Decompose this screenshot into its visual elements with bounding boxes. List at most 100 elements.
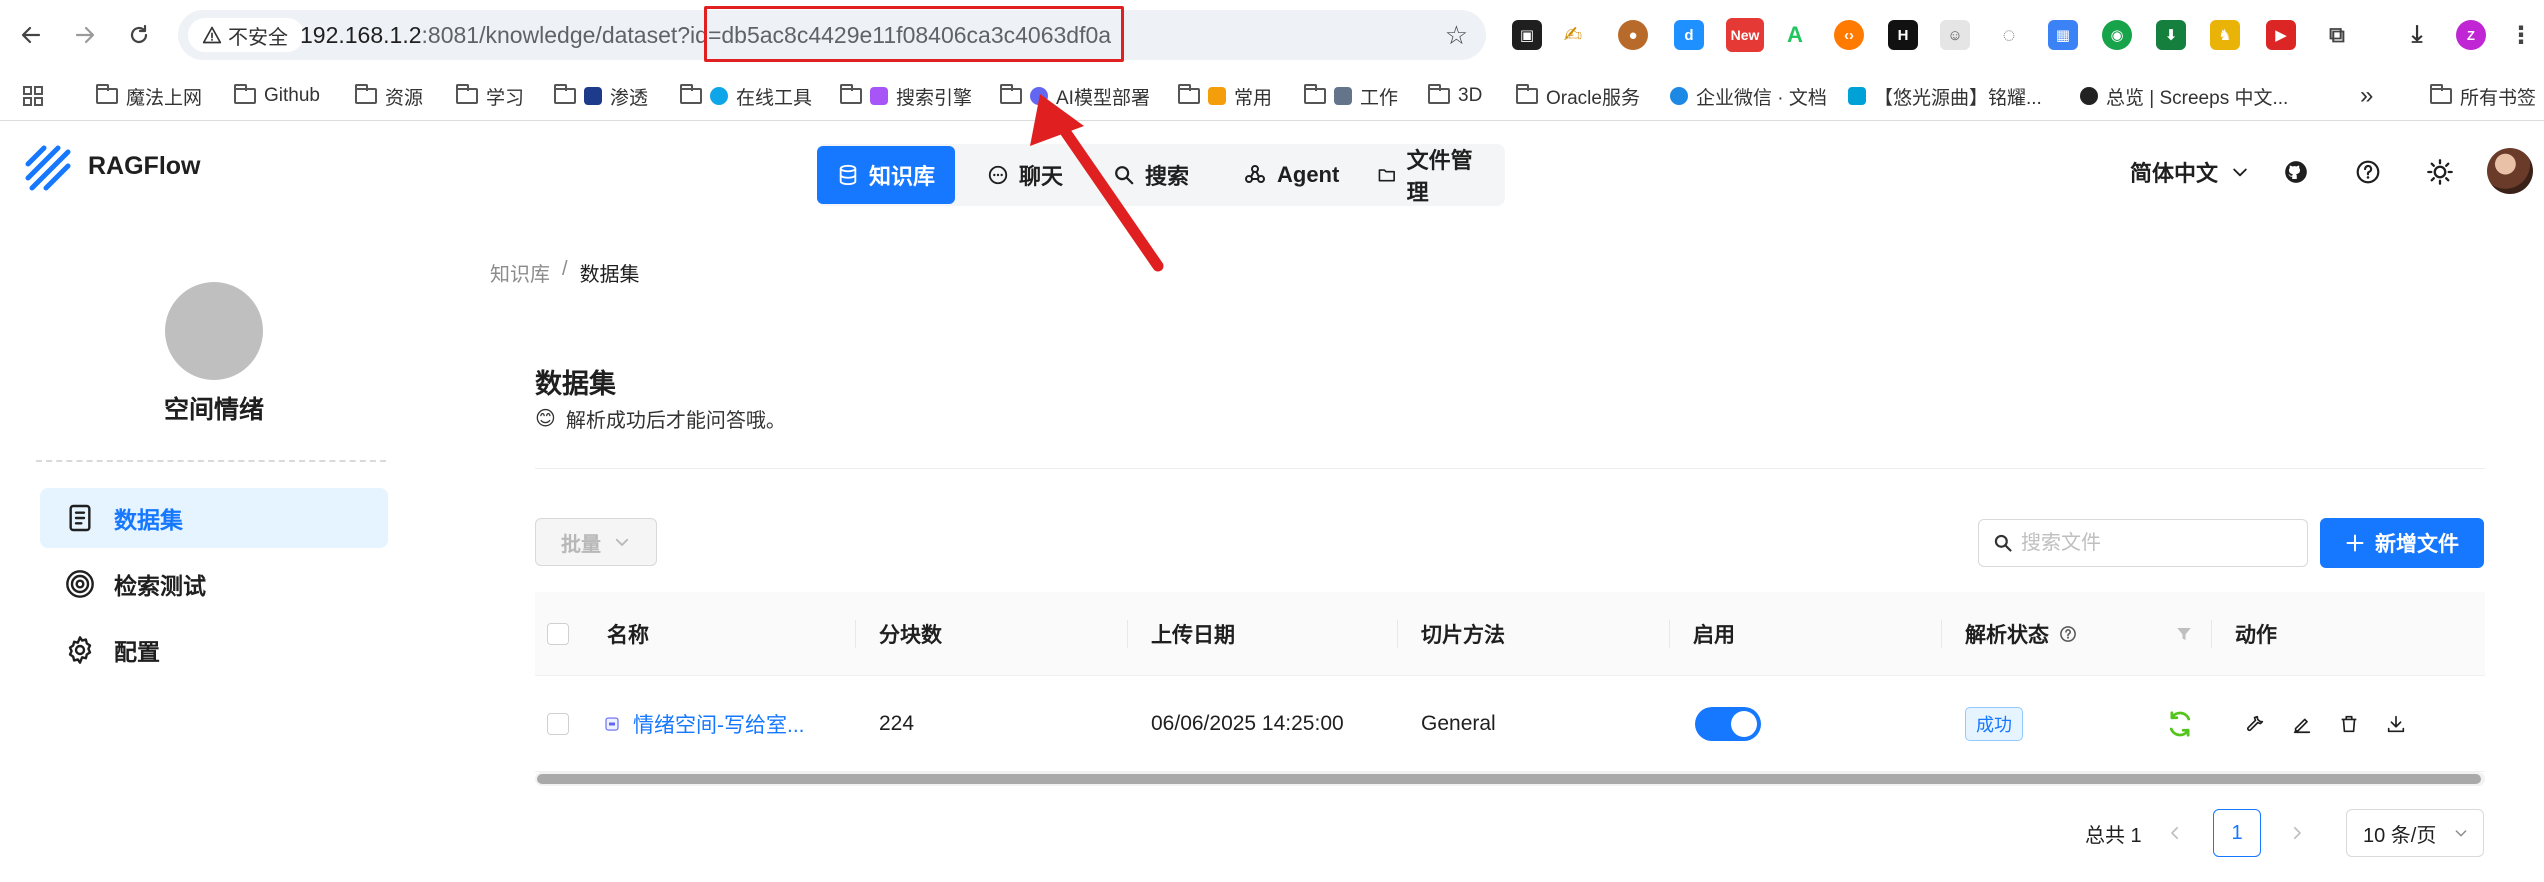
- table-row: 情绪空间-写给室... 224 06/06/2025 14:25:00 Gene…: [535, 676, 2485, 772]
- bookmark-folder[interactable]: 工作: [1304, 71, 1398, 121]
- extension-icon[interactable]: ⬇: [2156, 20, 2186, 50]
- pagination-prev-button[interactable]: [2166, 808, 2184, 858]
- row-checkbox[interactable]: [547, 676, 569, 772]
- security-chip[interactable]: 不安全: [188, 18, 304, 52]
- space-name: 空间情绪: [163, 396, 264, 424]
- bookmark-link[interactable]: 【悠光源曲】铭耀...: [1848, 71, 2042, 121]
- bookmark-folder[interactable]: Oracle服务: [1516, 71, 1640, 121]
- extensions-puzzle-icon[interactable]: ⧉: [2322, 20, 2352, 50]
- back-button[interactable]: [14, 18, 48, 52]
- extension-icon[interactable]: ✍: [1558, 20, 1588, 50]
- file-name-link[interactable]: 情绪空间-写给室...: [633, 709, 805, 739]
- extension-icon[interactable]: New: [1726, 18, 1764, 52]
- sidebar-item-settings[interactable]: 配置: [40, 620, 388, 680]
- knowledge-sidebar: 空间情绪 数据集 检索测试 配置: [0, 232, 420, 882]
- sidebar-item-retrieval-test[interactable]: 检索测试: [40, 554, 388, 614]
- bookmark-folder[interactable]: AI模型部署: [1000, 71, 1150, 121]
- extension-icon[interactable]: ◉: [2102, 20, 2132, 50]
- column-header-parse-status[interactable]: 解析状态: [1965, 592, 2077, 676]
- breadcrumb-parent[interactable]: 知识库: [490, 258, 550, 287]
- bookmark-folder[interactable]: 常用: [1178, 71, 1272, 121]
- reload-button[interactable]: [122, 18, 156, 52]
- bookmark-folder[interactable]: 搜索引擎: [840, 71, 972, 121]
- chunk-method-cell: General: [1421, 712, 1496, 735]
- trash-icon[interactable]: [2334, 709, 2364, 739]
- file-name-cell[interactable]: 情绪空间-写给室...: [603, 676, 805, 772]
- wrench-icon[interactable]: [2240, 709, 2270, 739]
- chevron-down-icon: [615, 538, 629, 546]
- select-all-checkbox[interactable]: [547, 592, 569, 676]
- bookmark-link[interactable]: 总览 | Screeps 中文...: [2080, 71, 2288, 121]
- bookmark-folder[interactable]: 魔法上网: [96, 71, 202, 121]
- section-divider: [535, 468, 2485, 469]
- extension-icon[interactable]: d: [1674, 20, 1704, 50]
- column-header-name[interactable]: 名称: [607, 592, 649, 676]
- page-subtitle: 😊 解析成功后才能问答哦。: [535, 408, 786, 432]
- table-horizontal-scrollbar[interactable]: [535, 772, 2485, 786]
- extension-icon[interactable]: H: [1888, 20, 1918, 50]
- enabled-toggle[interactable]: [1695, 707, 1761, 741]
- extension-icon[interactable]: ‹›: [1834, 20, 1864, 50]
- column-header-enabled[interactable]: 启用: [1693, 592, 1735, 676]
- download-icon[interactable]: [2381, 709, 2411, 739]
- bookmark-folder[interactable]: 资源: [355, 71, 423, 121]
- page-size-select[interactable]: 10 条/页: [2346, 809, 2484, 857]
- bookmark-star-icon[interactable]: ☆: [1445, 21, 1468, 49]
- extension-icon[interactable]: ▣: [1512, 20, 1542, 50]
- forward-button[interactable]: [68, 18, 102, 52]
- extension-icon[interactable]: ☺: [1940, 20, 1970, 50]
- chevron-down-icon: [2233, 168, 2247, 177]
- cookie-extension-icon[interactable]: ●: [1618, 20, 1648, 50]
- menu-dots-icon[interactable]: ⋮: [2506, 20, 2536, 50]
- sync-icon[interactable]: [2165, 709, 2195, 739]
- bookmark-folder[interactable]: 3D: [1428, 71, 1482, 121]
- chat-extension-icon[interactable]: ◌: [1994, 20, 2024, 50]
- gear-icon: [68, 636, 92, 664]
- extension-icon[interactable]: ▦: [2048, 20, 2078, 50]
- nav-chat[interactable]: 聊天: [967, 146, 1083, 204]
- agent-icon: [1245, 165, 1265, 183]
- help-icon[interactable]: [2348, 152, 2388, 192]
- user-avatar[interactable]: [2487, 148, 2533, 194]
- github-icon[interactable]: [2276, 152, 2316, 192]
- bookmark-folder[interactable]: Github: [234, 71, 320, 121]
- scrollbar-thumb[interactable]: [537, 774, 2481, 784]
- column-header-chunk-method[interactable]: 切片方法: [1421, 592, 1505, 676]
- column-header-upload-date[interactable]: 上传日期: [1151, 592, 1235, 676]
- bookmarks-overflow-chevron-icon[interactable]: »: [2360, 71, 2373, 121]
- search-input[interactable]: [2021, 531, 2281, 555]
- folder-icon: [554, 84, 576, 104]
- folder-icon: [456, 84, 478, 104]
- nav-knowledge-base[interactable]: 知识库: [817, 146, 956, 204]
- file-search-box[interactable]: [1978, 519, 2308, 567]
- column-header-chunks[interactable]: 分块数: [879, 592, 942, 676]
- profile-avatar-icon[interactable]: Z: [2456, 20, 2486, 50]
- nav-file-management[interactable]: 文件管理: [1357, 146, 1505, 205]
- breadcrumb-separator: /: [562, 258, 568, 280]
- sidebar-item-dataset[interactable]: 数据集: [40, 488, 388, 548]
- question-circle-icon[interactable]: [2059, 625, 2077, 643]
- apps-grid-icon[interactable]: [22, 71, 44, 121]
- nav-agent[interactable]: Agent: [1223, 146, 1359, 204]
- globe-icon: [710, 87, 728, 105]
- pagination-page-1[interactable]: 1: [2213, 809, 2261, 857]
- batch-button[interactable]: 批量: [535, 518, 657, 566]
- add-file-button[interactable]: 新增文件: [2320, 518, 2484, 568]
- edit-icon[interactable]: [2287, 709, 2317, 739]
- bookmark-folder[interactable]: 学习: [456, 71, 524, 121]
- bookmark-folder[interactable]: 在线工具: [680, 71, 812, 121]
- extension-icon[interactable]: A: [1780, 20, 1810, 50]
- extension-icon[interactable]: ♞: [2210, 20, 2240, 50]
- extension-icon[interactable]: ▶: [2266, 20, 2296, 50]
- nav-search[interactable]: 搜索: [1093, 146, 1209, 204]
- pagination-next-button[interactable]: [2288, 808, 2306, 858]
- theme-sun-icon[interactable]: [2420, 152, 2460, 192]
- page-size-wrap: 10 条/页: [2346, 808, 2484, 858]
- breadcrumb-current: 数据集: [579, 264, 640, 286]
- language-selector[interactable]: 简体中文: [2130, 152, 2250, 192]
- bookmark-folder[interactable]: 渗透: [554, 71, 648, 121]
- filter-icon[interactable]: [2175, 592, 2193, 676]
- downloads-icon[interactable]: ⤓: [2402, 20, 2432, 50]
- bookmark-folder[interactable]: 所有书签: [2430, 71, 2536, 121]
- bookmark-link[interactable]: 企业微信 · 文档: [1670, 71, 1827, 121]
